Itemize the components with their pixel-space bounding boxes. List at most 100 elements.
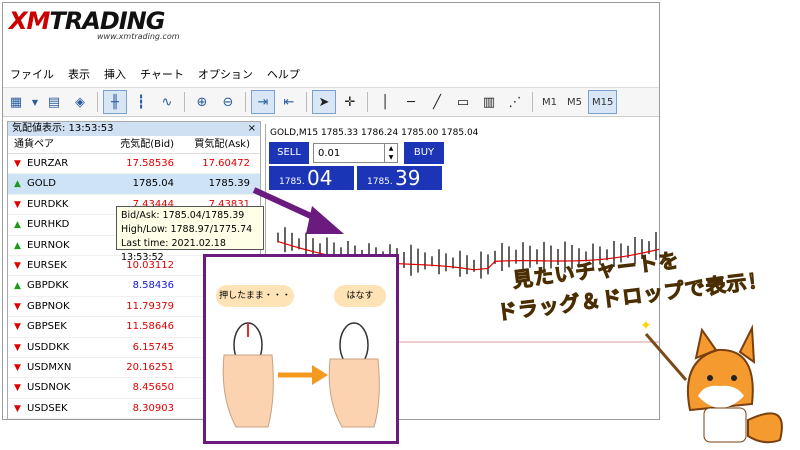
symbol-name: EURNOK xyxy=(27,239,70,251)
arrow-up-icon: ▲ xyxy=(14,179,21,190)
symbol-name: USDNOK xyxy=(27,382,71,394)
bid-cell: 11.58646 xyxy=(126,321,174,333)
col-ask[interactable]: 買気配(Ask) xyxy=(178,136,256,153)
crosshair-icon[interactable]: ✛ xyxy=(338,90,362,114)
close-icon[interactable]: × xyxy=(248,122,260,136)
tooltip-high-low: High/Low: 1788.97/1775.74 xyxy=(121,224,253,235)
market-watch-row[interactable]: ▼ EURZAR 17.58536 17.60472 xyxy=(8,154,260,175)
toolbar-divider xyxy=(184,92,185,112)
symbol-cell: ▼ EURZAR xyxy=(8,154,106,173)
release-bubble: はなす xyxy=(334,285,386,307)
market-watch-time: 気配値表示: 13:53:53 xyxy=(12,123,114,134)
market-watch-row[interactable]: ▲ GOLD 1785.04 1785.39 xyxy=(8,174,260,195)
bid-cell: 8.45650 xyxy=(132,382,174,394)
autoscroll-icon[interactable]: ⇥ xyxy=(251,90,275,114)
symbol-cell: ▼ USDDKK xyxy=(8,338,106,357)
drag-instruction-panel: 押したまま・・・ はなす xyxy=(203,254,399,444)
tooltip-bid-ask: Bid/Ask: 1785.04/1785.39 xyxy=(121,210,245,221)
toolbar: ▦ ▼ ▤ ◈ ╫ ┇ ∿ ⊕ ⊖ ⇥ ⇤ ➤ ✛ │ ─ ╱ ▭ ▥ ⋰ M1… xyxy=(3,87,659,117)
menu-chart[interactable]: チャート xyxy=(133,65,191,85)
hand-press-icon xyxy=(222,354,274,428)
arrow-down-icon: ▼ xyxy=(14,342,21,353)
shapes-icon[interactable]: ⋰ xyxy=(503,90,527,114)
bid-cell: 1785.04 xyxy=(132,178,174,190)
zoom-in-icon[interactable]: ⊕ xyxy=(190,90,214,114)
ask-cell: 17.60472 xyxy=(202,158,250,169)
symbol-name: EURDKK xyxy=(27,198,69,210)
vertical-line-icon[interactable]: │ xyxy=(373,90,397,114)
bar-chart-icon[interactable]: ╫ xyxy=(103,90,127,114)
toolbar-divider xyxy=(532,92,533,112)
cursor-icon[interactable]: ➤ xyxy=(312,90,336,114)
toolbar-divider xyxy=(306,92,307,112)
symbol-cell: ▼ EURDKK xyxy=(8,195,106,214)
zoom-out-icon[interactable]: ⊖ xyxy=(216,90,240,114)
symbol-cell: ▼ GBPNOK xyxy=(8,297,106,316)
symbol-cell: ▼ USDSEK xyxy=(8,399,106,418)
menu-bar: ファイル 表示 挿入 チャート オプション ヘルプ xyxy=(3,65,659,85)
bid-cell: 17.58536 xyxy=(126,158,174,169)
ask-cell: 1785.39 xyxy=(208,178,250,190)
symbol-cell: ▲ EURHKD xyxy=(8,215,106,234)
hand-release-icon xyxy=(328,358,380,428)
new-chart-icon[interactable]: ▦ xyxy=(4,90,28,114)
xmtrading-logo: XMTRADING www.xmtrading.com xyxy=(9,7,180,51)
symbol-name: GBPDKK xyxy=(27,280,69,292)
menu-insert[interactable]: 挿入 xyxy=(97,65,133,85)
symbol-cell: ▼ GBPSEK xyxy=(8,317,106,336)
logo-trading: TRADING xyxy=(49,7,165,35)
symbol-name: USDDKK xyxy=(27,341,70,353)
chart-shift-icon[interactable]: ⇤ xyxy=(277,90,301,114)
dropdown-icon[interactable]: ▼ xyxy=(30,90,40,114)
arrow-down-icon: ▼ xyxy=(14,260,21,271)
col-symbol[interactable]: 通貨ペア xyxy=(8,136,106,153)
menu-options[interactable]: オプション xyxy=(191,65,260,85)
menu-help[interactable]: ヘルプ xyxy=(260,65,307,85)
col-bid[interactable]: 売気配(Bid) xyxy=(106,136,178,153)
market-watch-icon[interactable]: ◈ xyxy=(68,90,92,114)
trendline-icon[interactable]: ╱ xyxy=(425,90,449,114)
symbol-cell: ▼ USDMXN xyxy=(8,358,106,377)
arrow-down-icon: ▼ xyxy=(14,403,21,414)
timeframe-m15[interactable]: M15 xyxy=(588,90,618,114)
svg-text:✦: ✦ xyxy=(640,318,652,334)
symbol-name: USDSEK xyxy=(27,402,68,414)
fox-mascot: ✦ xyxy=(640,318,783,444)
logo-url: www.xmtrading.com xyxy=(97,32,180,41)
candlestick-icon[interactable]: ┇ xyxy=(129,90,153,114)
market-watch-header: 通貨ペア 売気配(Bid) 買気配(Ask) xyxy=(8,136,260,154)
arrow-up-icon: ▲ xyxy=(14,220,21,231)
menu-view[interactable]: 表示 xyxy=(61,65,97,85)
bid-cell: 20.16251 xyxy=(126,361,174,373)
symbol-cell: ▼ EURSEK xyxy=(8,256,106,275)
toolbar-divider xyxy=(367,92,368,112)
fibonacci-icon[interactable]: ▥ xyxy=(477,90,501,114)
symbol-name: EURHKD xyxy=(27,219,70,231)
timeframe-m5[interactable]: M5 xyxy=(563,90,586,114)
arrow-down-icon: ▼ xyxy=(14,159,21,169)
arrow-down-icon: ▼ xyxy=(14,322,21,333)
arrow-down-icon: ▼ xyxy=(14,199,21,210)
arrow-down-icon: ▼ xyxy=(14,383,21,394)
toolbar-divider xyxy=(97,92,98,112)
arrow-up-icon: ▲ xyxy=(14,240,21,251)
symbol-cell: ▼ USDNOK xyxy=(8,378,106,397)
symbol-name: USDMXN xyxy=(27,361,72,373)
symbol-name: GBPSEK xyxy=(27,321,67,333)
symbol-tooltip: Bid/Ask: 1785.04/1785.39 High/Low: 1788.… xyxy=(116,206,264,263)
menu-file[interactable]: ファイル xyxy=(3,65,61,85)
bid-cell: 8.30903 xyxy=(132,402,174,414)
bid-cell: 8.58436 xyxy=(132,280,174,292)
bid-cell: 0.98701 xyxy=(106,419,178,420)
horizontal-line-icon[interactable]: ─ xyxy=(399,90,423,114)
symbol-cell: ▲ GOLD xyxy=(8,174,106,193)
symbol-cell: ▼AUDCAD xyxy=(8,419,106,420)
profiles-icon[interactable]: ▤ xyxy=(42,90,66,114)
market-watch-title: 気配値表示: 13:53:53 × xyxy=(8,122,260,136)
timeframe-m1[interactable]: M1 xyxy=(538,90,561,114)
text-label-icon[interactable]: ▭ xyxy=(451,90,475,114)
arrow-down-icon: ▼ xyxy=(14,301,21,312)
line-chart-icon[interactable]: ∿ xyxy=(155,90,179,114)
bid-cell: 6.15745 xyxy=(132,341,174,353)
symbol-name: EURSEK xyxy=(27,259,67,271)
